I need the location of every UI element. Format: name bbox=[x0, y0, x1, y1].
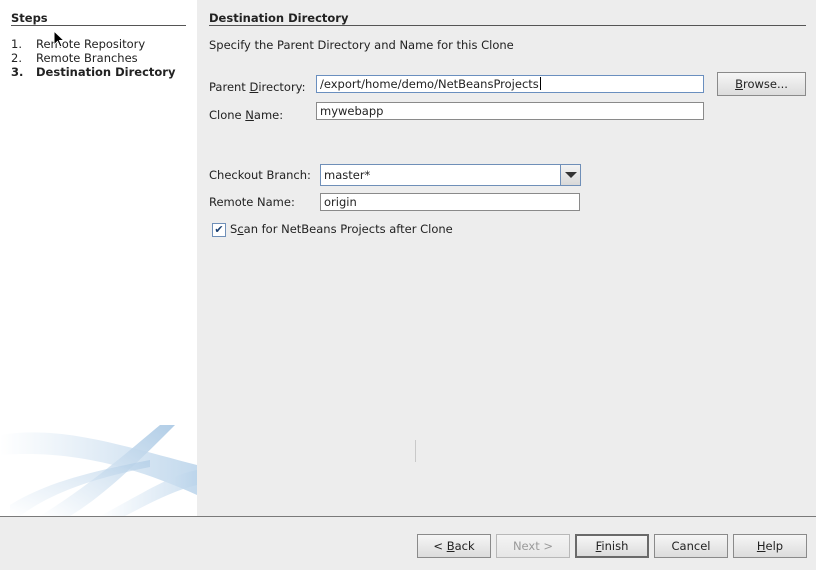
steps-title: Steps bbox=[11, 11, 48, 25]
text-caret bbox=[539, 77, 541, 90]
chevron-down-icon bbox=[565, 172, 577, 178]
next-button[interactable]: Next > bbox=[496, 534, 570, 558]
parent-directory-input[interactable]: /export/home/demo/NetBeansProjects bbox=[316, 75, 704, 93]
button-label: inish bbox=[601, 539, 629, 553]
scan-projects-checkbox[interactable]: ✔ bbox=[212, 223, 226, 237]
remote-name-label: Remote Name: bbox=[209, 195, 295, 209]
clone-name-label: Clone Name: bbox=[209, 108, 283, 122]
button-label: rowse... bbox=[742, 77, 788, 91]
input-value: origin bbox=[324, 195, 357, 209]
label-text: Parent bbox=[209, 80, 250, 94]
clone-name-input[interactable]: mywebapp bbox=[316, 102, 704, 120]
label-text: an for NetBeans Projects after Clone bbox=[243, 222, 453, 236]
step-item-destination-directory: 3. Destination Directory bbox=[11, 65, 191, 79]
label-text: Clone bbox=[209, 108, 246, 122]
step-number: 3. bbox=[11, 65, 24, 79]
scan-projects-label[interactable]: Scan for NetBeans Projects after Clone bbox=[230, 222, 453, 236]
button-label: elp bbox=[765, 539, 784, 553]
label-mnemonic: D bbox=[249, 80, 259, 94]
back-button[interactable]: < Back bbox=[417, 534, 491, 558]
checkout-branch-select[interactable]: master* bbox=[320, 164, 581, 186]
step-label: Destination Directory bbox=[36, 65, 176, 79]
button-label: ack bbox=[454, 539, 475, 553]
browse-button[interactable]: Browse... bbox=[717, 72, 806, 96]
title-divider bbox=[209, 25, 806, 26]
step-label: Remote Branches bbox=[36, 51, 138, 65]
step-item-remote-branches: 2. Remote Branches bbox=[11, 51, 191, 65]
page-title: Destination Directory bbox=[209, 11, 349, 25]
selected-value: master* bbox=[324, 168, 371, 182]
mouse-pointer-icon bbox=[53, 30, 65, 48]
label-mnemonic: N bbox=[245, 108, 254, 122]
label-text: irectory: bbox=[258, 80, 306, 94]
button-mnemonic: B bbox=[735, 77, 743, 91]
button-mnemonic: B bbox=[446, 539, 455, 553]
input-value: /export/home/demo/NetBeansProjects bbox=[320, 77, 539, 91]
parent-directory-label: Parent Directory: bbox=[209, 80, 306, 94]
step-number: 1. bbox=[11, 37, 22, 51]
button-label: < bbox=[433, 539, 447, 553]
finish-button[interactable]: Finish bbox=[575, 534, 649, 558]
cancel-button[interactable]: Cancel bbox=[654, 534, 728, 558]
steps-panel: Steps 1. Remote Repository 2. Remote Branc… bbox=[0, 0, 197, 516]
checkout-branch-label: Checkout Branch: bbox=[209, 168, 311, 182]
step-number: 2. bbox=[11, 51, 22, 65]
dropdown-button[interactable] bbox=[560, 165, 580, 185]
button-mnemonic: H bbox=[756, 539, 766, 553]
help-button[interactable]: Help bbox=[733, 534, 807, 558]
separator bbox=[415, 440, 416, 462]
steps-divider bbox=[11, 25, 186, 26]
step-item-remote-repository: 1. Remote Repository bbox=[11, 37, 191, 51]
remote-name-input[interactable]: origin bbox=[320, 193, 580, 211]
input-value: mywebapp bbox=[320, 104, 384, 118]
label-text: ame: bbox=[253, 108, 284, 122]
wizard-decoration-graphic bbox=[0, 425, 197, 516]
footer-divider bbox=[0, 516, 816, 517]
page-description: Specify the Parent Directory and Name fo… bbox=[209, 38, 514, 52]
